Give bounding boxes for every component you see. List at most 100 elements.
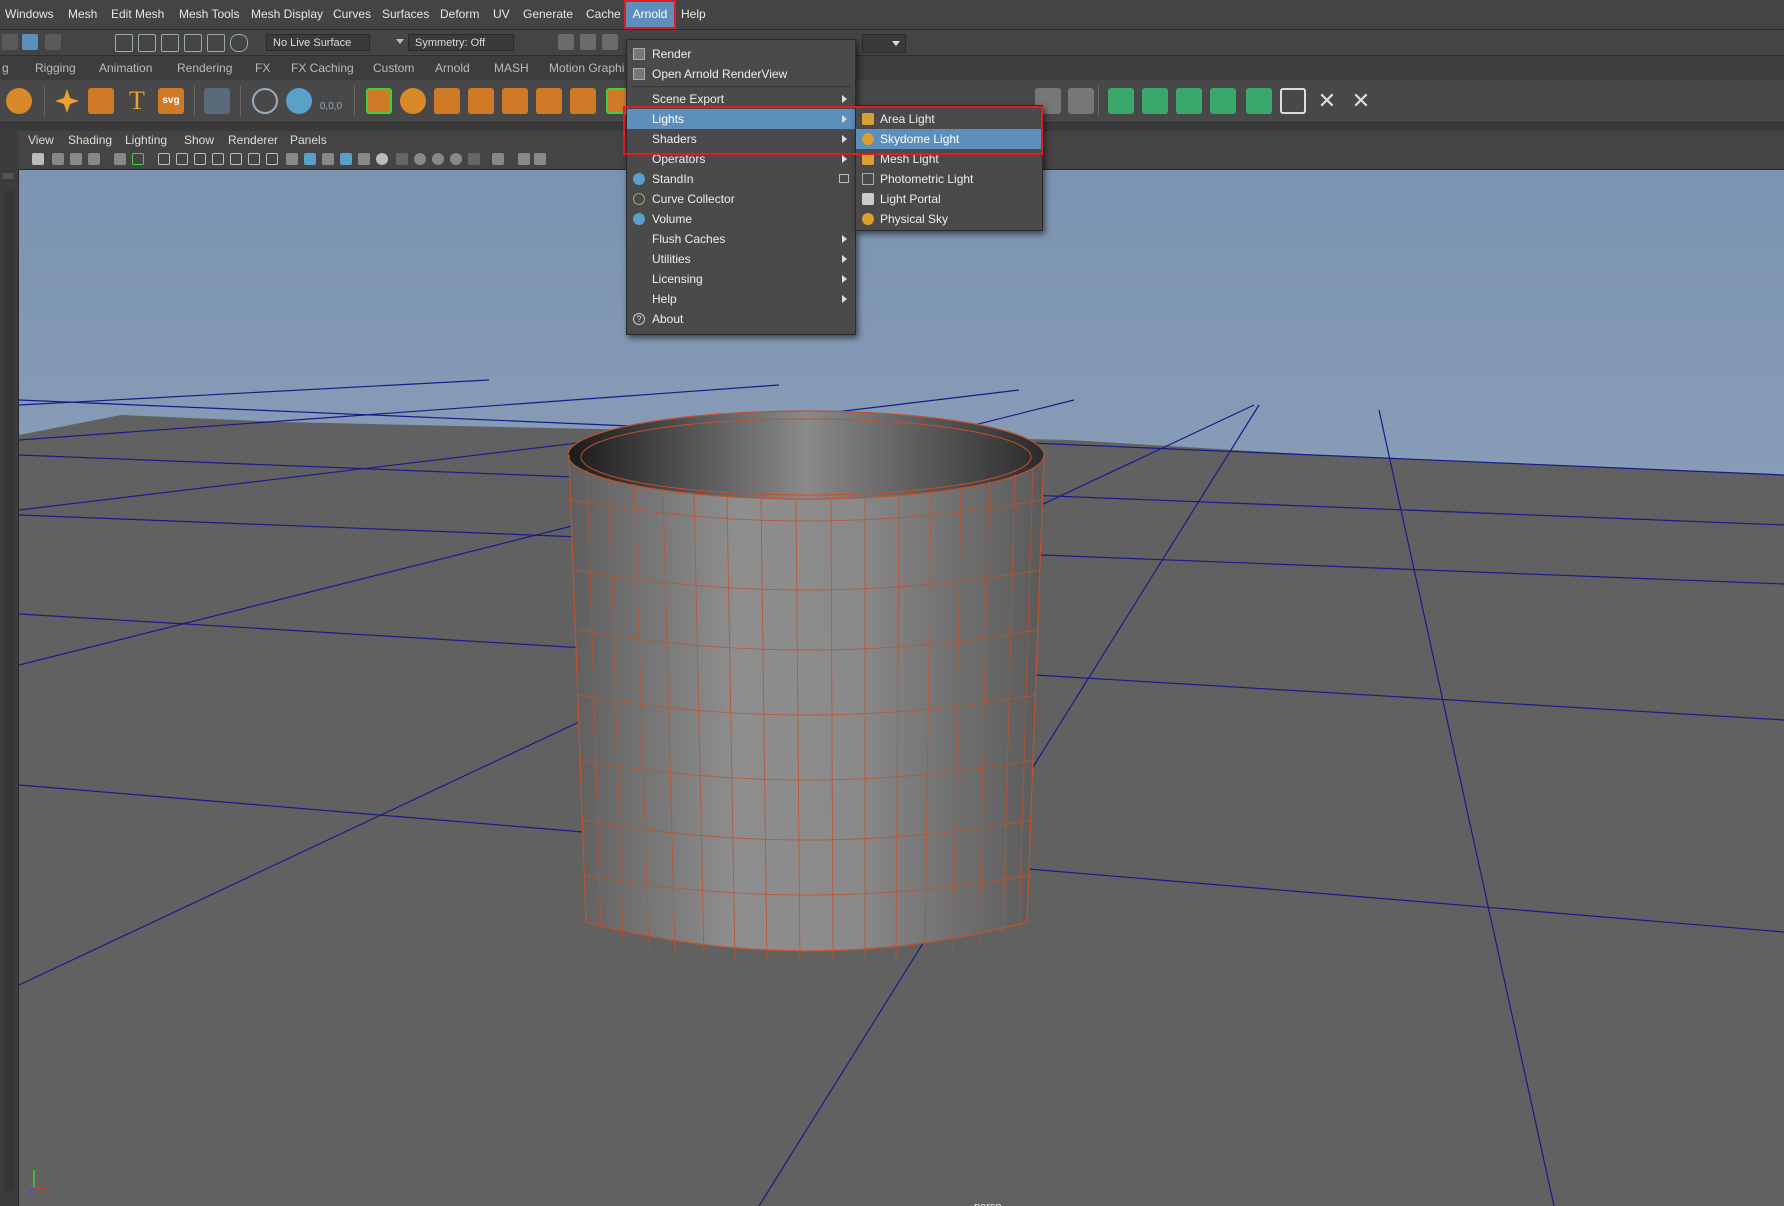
depth-of-field-icon[interactable] [450,153,462,165]
insert-edge-loop-icon[interactable] [1068,88,1094,114]
crossed-tools-icon[interactable]: ✕ [1348,88,1374,114]
chevron-down-icon[interactable] [396,39,404,44]
menu-deform[interactable]: Deform [435,0,484,29]
menu-mesh-tools[interactable]: Mesh Tools [174,0,244,29]
menu-edit-mesh[interactable]: Edit Mesh [106,0,169,29]
uv-sew-icon[interactable] [1210,88,1236,114]
film-gate-icon[interactable] [176,153,188,165]
tab-modeling[interactable]: g [2,56,9,80]
menu-cache[interactable]: Cache [581,0,626,29]
shadows-icon[interactable] [376,153,388,165]
live-surface-field[interactable]: No Live Surface [266,34,370,51]
resolution-gate-icon[interactable] [194,153,206,165]
menu-uv[interactable]: UV [488,0,515,29]
smooth-shade-icon[interactable] [304,153,316,165]
select-camera-icon[interactable] [32,153,44,165]
safe-title-icon[interactable] [266,153,278,165]
menu-item-utilities[interactable]: Utilities [627,249,855,269]
tab-rendering[interactable]: Rendering [177,56,232,80]
panel-menu-lighting[interactable]: Lighting [125,131,167,150]
combine-icon[interactable] [468,88,494,114]
smooth-icon[interactable] [536,88,562,114]
light-star-icon[interactable] [54,88,80,114]
snap-to-grid-icon[interactable] [115,34,133,52]
option-box-icon[interactable] [839,174,849,183]
bridge-icon[interactable] [434,88,460,114]
menu-item-volume[interactable]: Volume [627,209,855,229]
uv-layout-icon[interactable] [1108,88,1134,114]
grease-pencil-icon[interactable] [132,153,144,165]
tab-fx-caching[interactable]: FX Caching [291,56,354,80]
svg-tool-icon[interactable]: svg [158,88,184,114]
symmetry-tool-icon[interactable]: ✕ [1314,88,1340,114]
mash-network-icon[interactable] [204,88,230,114]
tab-custom[interactable]: Custom [373,56,414,80]
scroll-up-icon[interactable] [2,173,14,179]
menu-surfaces[interactable]: Surfaces [377,0,434,29]
menu-item-curve-collector[interactable]: Curve Collector [627,189,855,209]
gate-mask-icon[interactable] [212,153,224,165]
bake-pivot-icon[interactable] [286,88,312,114]
menu-item-licensing[interactable]: Licensing [627,269,855,289]
separate-icon[interactable] [502,88,528,114]
menu-item-help[interactable]: Help [627,289,855,309]
pivot-tool-icon[interactable] [252,88,278,114]
menu-item-standin[interactable]: StandIn [627,169,855,189]
select-by-object-icon[interactable] [22,34,38,50]
menu-item-about[interactable]: ? About [627,309,855,329]
panel-menu-view[interactable]: View [28,131,54,150]
camera-attributes-icon[interactable] [52,153,64,165]
use-all-lights-icon[interactable] [358,153,370,165]
menu-item-mesh-light[interactable]: Mesh Light [856,149,1042,169]
boolean-icon[interactable] [570,88,596,114]
uv-unfold-icon[interactable] [1142,88,1168,114]
menu-arnold[interactable]: Arnold [624,0,676,29]
menu-item-physical-sky[interactable]: Physical Sky [856,209,1042,229]
uv-cut-icon[interactable] [1176,88,1202,114]
menu-item-shaders[interactable]: Shaders [627,129,855,149]
image-plane-icon[interactable] [88,153,100,165]
ipr-render-icon[interactable] [602,34,618,50]
arnold-logo-icon[interactable] [6,88,32,114]
select-by-hierarchy-icon[interactable] [2,34,18,50]
xray-icon[interactable] [492,153,504,165]
ambient-occlusion-icon[interactable] [396,153,408,165]
menu-item-open-arnold-renderview[interactable]: Open Arnold RenderView [627,64,855,84]
wireframe-on-shaded-icon[interactable] [322,153,334,165]
panel-menu-show[interactable]: Show [184,131,214,150]
panel-menu-shading[interactable]: Shading [68,131,112,150]
textured-icon[interactable] [340,153,352,165]
menu-windows[interactable]: Windows [0,0,59,29]
select-by-component-icon[interactable] [45,34,61,50]
curves-tool-icon[interactable] [88,88,114,114]
bevel-icon[interactable] [400,88,426,114]
menu-item-photometric-light[interactable]: Photometric Light [856,169,1042,189]
tab-mash[interactable]: MASH [494,56,529,80]
anti-aliasing-icon[interactable] [432,153,444,165]
scrollbar[interactable] [4,191,14,1191]
menu-item-flush-caches[interactable]: Flush Caches [627,229,855,249]
tab-arnold[interactable]: Arnold [435,56,470,80]
field-chart-icon[interactable] [230,153,242,165]
isolate-select-icon[interactable] [468,153,480,165]
menu-item-light-portal[interactable]: Light Portal [856,189,1042,209]
menu-generate[interactable]: Generate [518,0,578,29]
menu-item-area-light[interactable]: Area Light [856,109,1042,129]
menu-item-operators[interactable]: Operators [627,149,855,169]
make-live-icon[interactable] [207,34,225,52]
checker-icon[interactable] [1280,88,1306,114]
tab-rigging[interactable]: Rigging [35,56,76,80]
tab-animation[interactable]: Animation [99,56,152,80]
tab-fx[interactable]: FX [255,56,270,80]
xray-active-icon[interactable] [534,153,546,165]
reset-transform-icon[interactable]: 0,0,0 [318,88,344,114]
xray-joints-icon[interactable] [518,153,530,165]
menu-item-render[interactable]: Render [627,44,855,64]
menu-item-lights[interactable]: Lights [627,109,855,129]
camera-dropdown[interactable] [862,34,906,53]
symmetry-field[interactable]: Symmetry: Off [408,34,514,51]
extrude-icon[interactable] [366,88,392,114]
panel-menu-panels[interactable]: Panels [290,131,327,150]
render-current-frame-icon[interactable] [580,34,596,50]
menu-curves[interactable]: Curves [328,0,376,29]
